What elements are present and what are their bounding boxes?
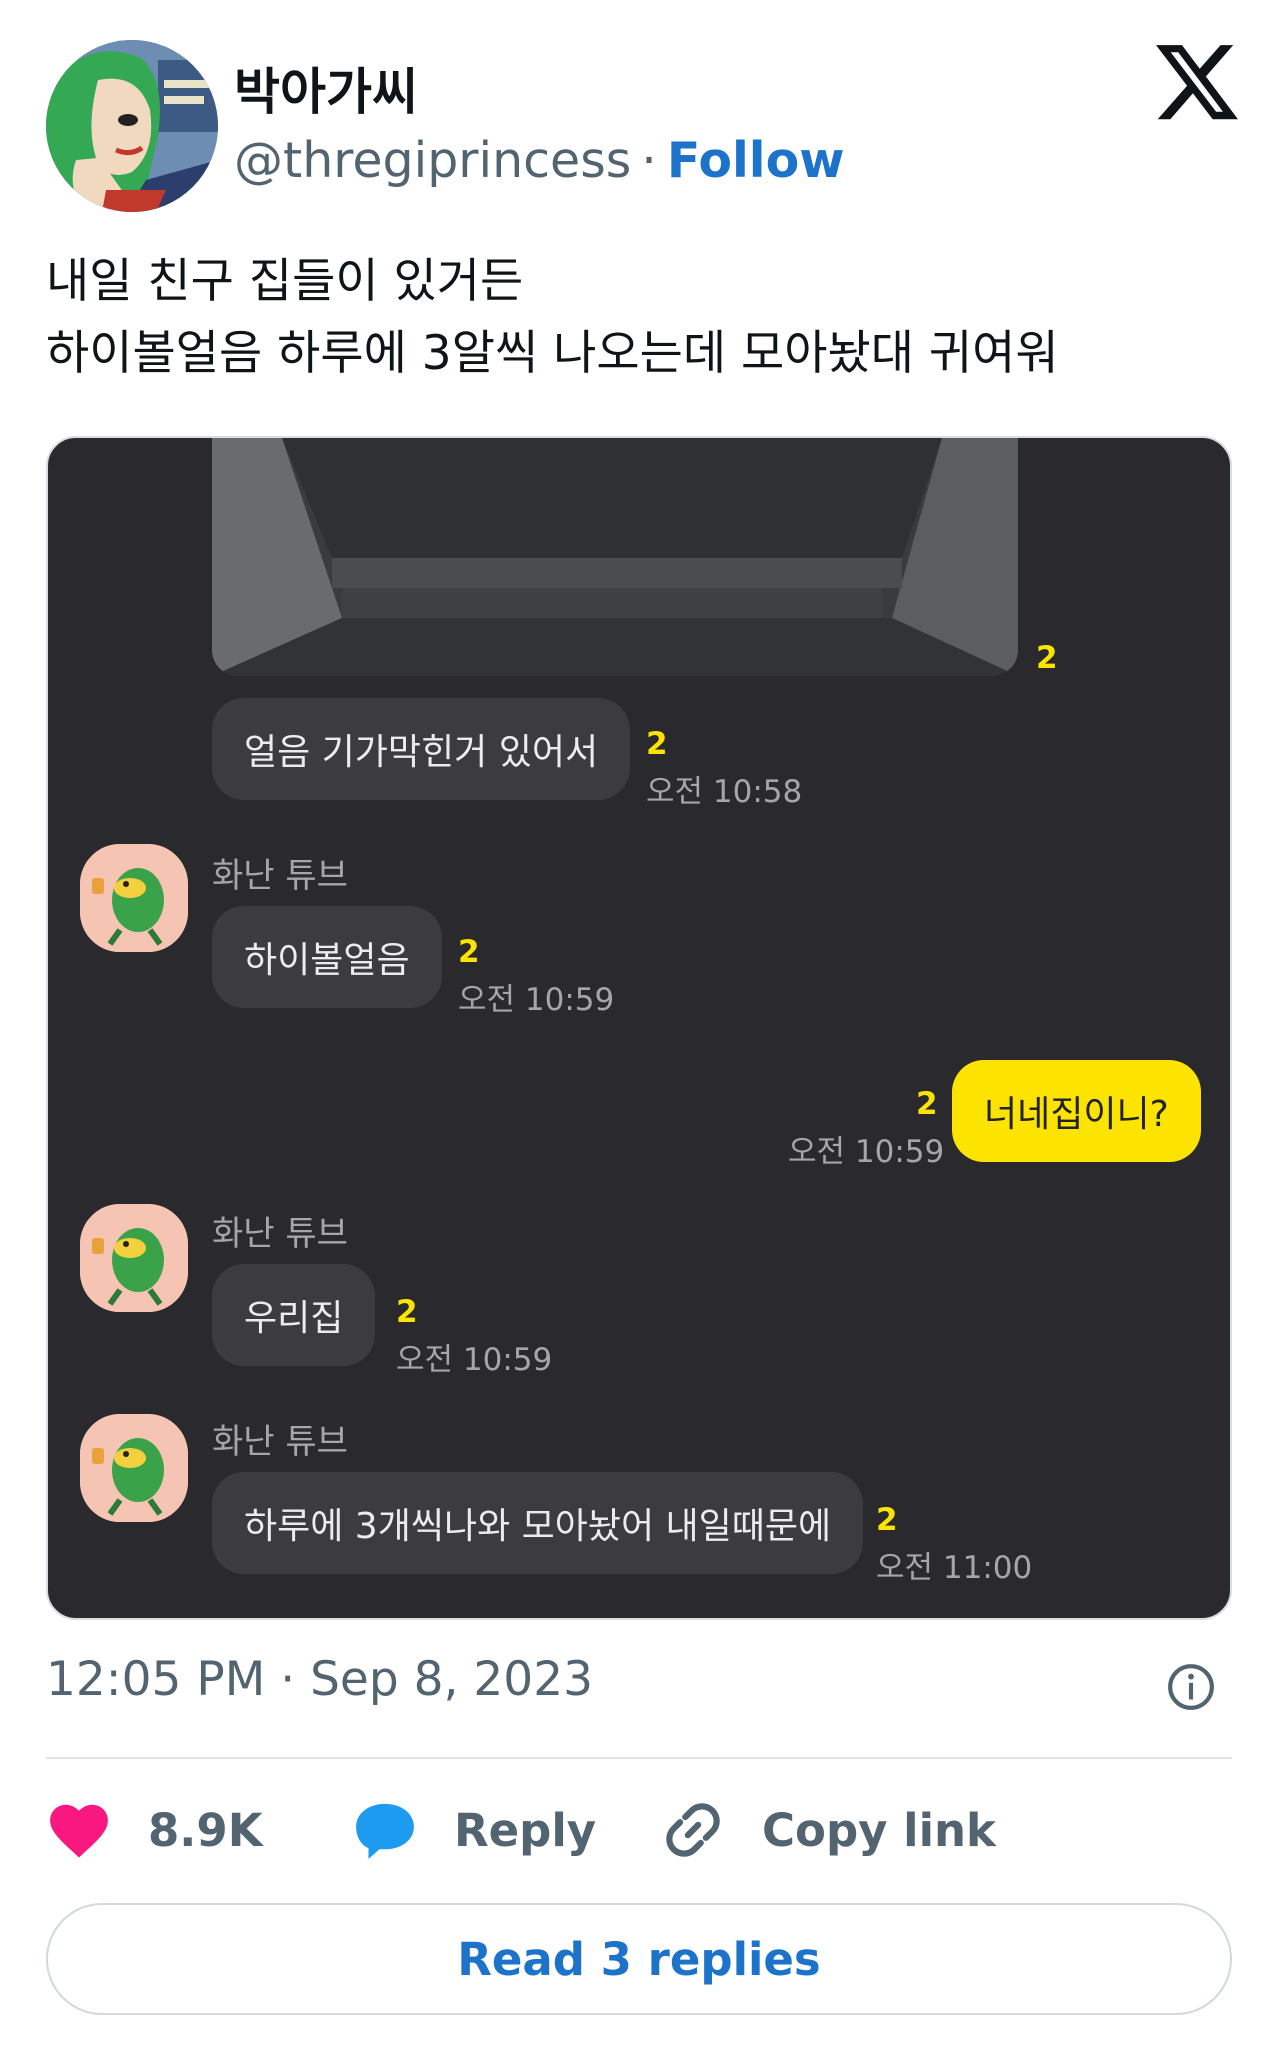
separator-dot: · [641,132,657,189]
tweet-media-image[interactable]: 2 얼음 기가막힌거 있어서 2 오전 10:58 화난 튜브 하이볼얼음 2 … [46,436,1232,1620]
angry-tube-avatar [80,844,188,952]
author-handle-row: @thregiprincess · Follow [234,132,845,189]
copy-link-button[interactable]: Copy link [660,1790,996,1870]
reply-label: Reply [454,1803,597,1857]
my-chat-message-bubble: 너네집이니? [952,1060,1201,1162]
divider [46,1757,1232,1759]
message-time: 오전 10:59 [396,1342,553,1378]
read-replies-button[interactable]: Read 3 replies [46,1903,1232,2015]
reply-button[interactable]: Reply [352,1790,596,1870]
author-avatar[interactable] [46,40,218,212]
author-handle[interactable]: @thregiprincess [234,132,631,189]
unread-count: 2 [916,1086,938,1122]
photo-unread-count: 2 [1036,640,1058,676]
unread-count: 2 [646,726,668,762]
unread-count: 2 [458,934,480,970]
sender-name: 화난 튜브 [212,1422,348,1462]
tweet-text-line: 내일 친구 집들이 있거든 [46,254,524,309]
link-icon [666,1803,720,1857]
heart-icon [50,1804,108,1858]
sender-name: 화난 튜브 [212,856,348,896]
chat-photo [212,438,1018,676]
speech-bubble-icon [356,1803,414,1859]
message-time: 오전 11:00 [876,1550,1033,1586]
unread-count: 2 [396,1294,418,1330]
angry-tube-avatar [80,1414,188,1522]
follow-button[interactable]: Follow [667,132,845,189]
copy-link-label: Copy link [762,1803,996,1857]
chat-message-bubble: 하이볼얼음 [212,906,442,1008]
message-time: 오전 10:59 [788,1134,945,1170]
sender-name: 화난 튜브 [212,1214,348,1254]
author-display-name[interactable]: 박아가씨 [234,52,418,124]
tweet-actions: 8.9K Reply Copy link [46,1790,1232,1870]
tweet-header: 박아가씨 @thregiprincess · Follow [46,36,1238,216]
message-time: 오전 10:59 [458,982,615,1018]
unread-count: 2 [876,1502,898,1538]
tweet-timestamp[interactable]: 12:05 PM · Sep 8, 2023 [46,1652,593,1707]
info-icon[interactable] [1166,1662,1216,1712]
message-time: 오전 10:58 [646,774,803,810]
x-logo-icon[interactable] [1156,40,1238,122]
tweet-text-line: 하이볼얼음 하루에 3알씩 나오는데 모아놨대 귀여워 [46,326,1059,381]
tweet-text: 내일 친구 집들이 있거든 하이볼얼음 하루에 3알씩 나오는데 모아놨대 귀여… [46,246,1236,390]
like-count: 8.9K [148,1803,263,1857]
chat-message-bubble: 얼음 기가막힌거 있어서 [212,698,631,800]
chat-message-bubble: 하루에 3개씩나와 모아놨어 내일때문에 [212,1472,864,1574]
chat-message-bubble: 우리집 [212,1264,376,1366]
angry-tube-avatar [80,1204,188,1312]
like-button[interactable]: 8.9K [46,1790,263,1870]
